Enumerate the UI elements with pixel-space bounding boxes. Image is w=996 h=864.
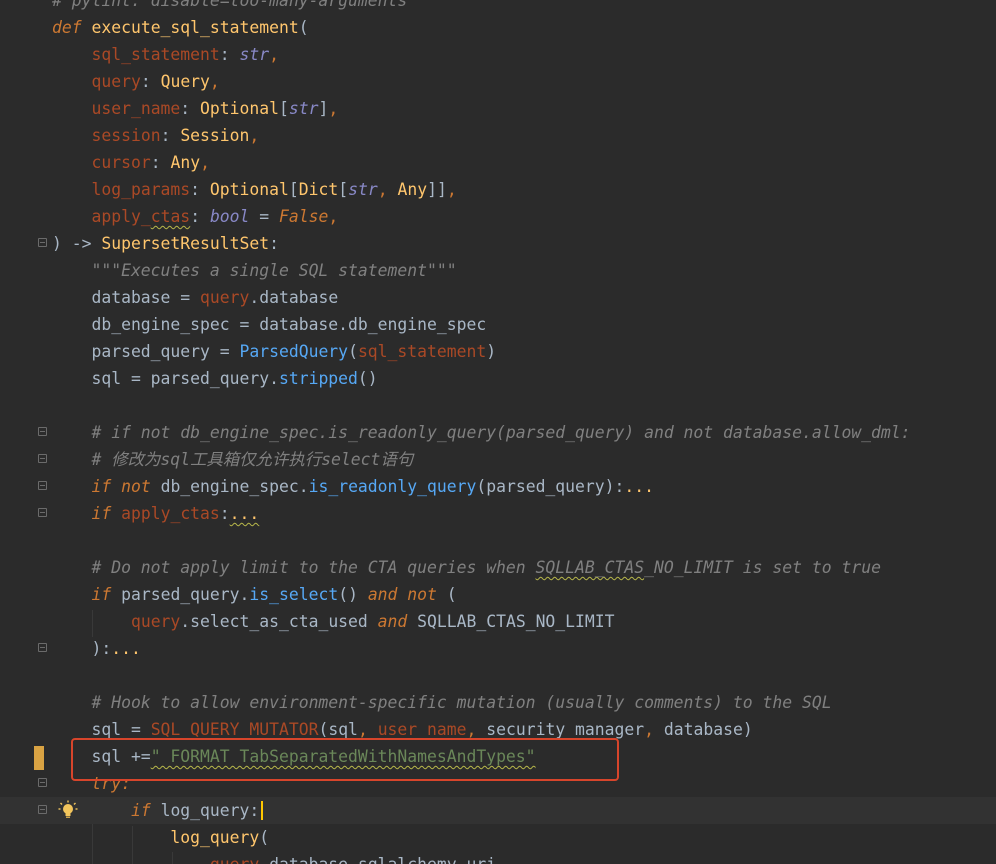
fold-icon[interactable] (38, 643, 47, 652)
code-line-text: sql_statement: str, (91, 45, 280, 64)
code-line: apply_ctas: bool = False, (0, 203, 996, 230)
annotation-highlight-box (71, 738, 619, 781)
code-line-text: query.select_as_cta_used and SQLLAB_CTAS… (130, 612, 615, 631)
code-line-text: query.database.sqlalchemy_uri, (52, 851, 506, 864)
code-line: if apply_ctas:... (0, 500, 996, 527)
code-line-text: log_query( (170, 828, 270, 847)
code-line-text: parsed_query = ParsedQuery(sql_statement… (52, 342, 497, 361)
code-line: database = query.database (0, 284, 996, 311)
code-line: query.select_as_cta_used and SQLLAB_CTAS… (0, 608, 996, 635)
code-line: """Executes a single SQL statement""" (0, 257, 996, 284)
code-line-text: sql = parsed_query.stripped() (52, 369, 378, 388)
code-line: log_params: Optional[Dict[str, Any]], (0, 176, 996, 203)
code-line-text: if parsed_query.is_select() and not ( (91, 585, 457, 604)
code-line-text: session: Session, (91, 126, 260, 145)
code-line-text: db_engine_spec = database.db_engine_spec (52, 315, 487, 334)
code-line: ) -> SupersetResultSet: (0, 230, 996, 257)
code-line-text: if log_query: (130, 801, 260, 820)
code-line-text: def execute_sql_statement( (52, 18, 309, 37)
code-line-text: if apply_ctas:... (91, 504, 260, 523)
code-line: parsed_query = ParsedQuery(sql_statement… (0, 338, 996, 365)
code-line-text: # pylint: disable=too-many-arguments (52, 0, 408, 10)
code-line-text: query: Query, (91, 72, 220, 91)
fold-icon[interactable] (38, 454, 47, 463)
code-editor[interactable]: # pylint: disable=too-many-arguments def… (0, 0, 996, 864)
code-line: cursor: Any, (0, 149, 996, 176)
code-line: # Do not apply limit to the CTA queries … (0, 554, 996, 581)
code-line: if not db_engine_spec.is_readonly_query(… (0, 473, 996, 500)
code-line: query: Query, (0, 68, 996, 95)
code-line-text: if not db_engine_spec.is_readonly_query(… (91, 477, 654, 496)
code-line: if parsed_query.is_select() and not ( (0, 581, 996, 608)
code-line-text: user_name: Optional[str], (91, 99, 339, 118)
code-line-text: # if not db_engine_spec.is_readonly_quer… (52, 423, 911, 442)
code-line: def execute_sql_statement( (0, 14, 996, 41)
change-marker[interactable] (34, 746, 44, 770)
code-line-current: if log_query: (0, 797, 996, 824)
code-line: # 修改为sql工具箱仅允许执行select语句 (0, 446, 996, 473)
code-line-text: cursor: Any, (91, 153, 210, 172)
code-line: db_engine_spec = database.db_engine_spec (0, 311, 996, 338)
code-line: # if not db_engine_spec.is_readonly_quer… (0, 419, 996, 446)
code-line-text: # Do not apply limit to the CTA queries … (52, 558, 881, 577)
code-line: # pylint: disable=too-many-arguments (0, 0, 996, 14)
code-line-text: ):... (52, 639, 141, 658)
code-line-text: database = query.database (52, 288, 339, 307)
code-area[interactable]: # pylint: disable=too-many-arguments def… (0, 0, 996, 864)
code-line: sql = parsed_query.stripped() (0, 365, 996, 392)
fold-icon[interactable] (38, 778, 47, 787)
fold-icon[interactable] (38, 508, 47, 517)
fold-icon[interactable] (38, 805, 47, 814)
code-line-text: log_params: Optional[Dict[str, Any]], (91, 180, 457, 199)
code-line-text: """Executes a single SQL statement""" (52, 261, 457, 280)
fold-icon[interactable] (38, 427, 47, 436)
code-line-text: ) -> SupersetResultSet: (52, 234, 279, 253)
code-line-text: apply_ctas: bool = False, (91, 207, 339, 226)
text-caret (261, 801, 263, 820)
code-line: log_query( (0, 824, 996, 851)
code-line: user_name: Optional[str], (0, 95, 996, 122)
fold-icon[interactable] (38, 238, 47, 247)
fold-icon[interactable] (38, 481, 47, 490)
code-line-text: # 修改为sql工具箱仅允许执行select语句 (52, 450, 414, 469)
code-line: ):... (0, 635, 996, 662)
code-line-text: # Hook to allow environment-specific mut… (52, 693, 832, 712)
code-line: query.database.sqlalchemy_uri, (0, 851, 996, 864)
code-line: sql_statement: str, (0, 41, 996, 68)
code-line: session: Session, (0, 122, 996, 149)
code-line: # Hook to allow environment-specific mut… (0, 689, 996, 716)
